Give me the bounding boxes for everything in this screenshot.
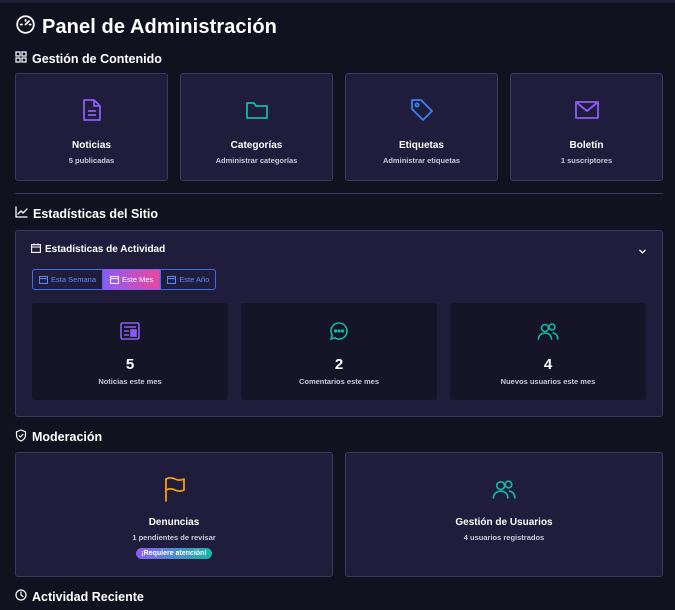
attention-badge: ¡Requiere atención! xyxy=(136,548,212,559)
users-icon xyxy=(537,320,559,342)
card-etiquetas[interactable]: Etiquetas Administrar etiquetas xyxy=(345,73,498,181)
tag-icon xyxy=(410,96,434,124)
stat-news: 5 Noticias este mes xyxy=(32,303,228,400)
admin-dashboard: Panel de Administración Gestión de Conte… xyxy=(0,0,675,610)
speedometer-icon xyxy=(15,14,36,40)
users-icon xyxy=(491,475,517,503)
card-boletin[interactable]: Boletín 1 suscriptores xyxy=(510,73,663,181)
section-stats-title: Estadísticas del Sitio xyxy=(15,206,158,221)
envelope-icon xyxy=(574,96,600,124)
period-toggle: Esta Semana Este Mes Este Año xyxy=(32,269,217,290)
clock-icon xyxy=(15,589,27,604)
section-content-title: Gestión de Contenido xyxy=(15,51,162,66)
newspaper-icon xyxy=(120,320,140,342)
card-denuncias[interactable]: Denuncias 1 pendientes de revisar ¡Requi… xyxy=(15,452,333,577)
section-divider xyxy=(15,193,663,194)
period-this-week[interactable]: Esta Semana xyxy=(32,269,104,290)
calendar-icon xyxy=(39,275,48,284)
shield-check-icon xyxy=(15,429,27,445)
flag-icon xyxy=(163,475,185,503)
period-this-year[interactable]: Este Año xyxy=(160,269,217,290)
calendar-icon xyxy=(110,275,119,284)
activity-stats-panel: Estadísticas de Actividad Esta Semana Es… xyxy=(15,230,663,417)
chevron-down-icon[interactable] xyxy=(638,243,647,261)
stat-new-users: 4 Nuevos usuarios este mes xyxy=(450,303,646,400)
line-chart-icon xyxy=(15,206,28,221)
chat-icon xyxy=(329,320,349,342)
folder-icon xyxy=(245,96,269,124)
section-moderation-title: Moderación xyxy=(15,429,102,445)
stat-comments: 2 Comentarios este mes xyxy=(241,303,437,400)
page-title: Panel de Administración xyxy=(42,15,277,38)
card-user-management[interactable]: Gestión de Usuarios 4 usuarios registrad… xyxy=(345,452,663,577)
activity-stats-header[interactable]: Estadísticas de Actividad xyxy=(31,243,165,256)
card-categorias[interactable]: Categorías Administrar categorías xyxy=(180,73,333,181)
period-this-month[interactable]: Este Mes xyxy=(103,269,161,290)
document-icon xyxy=(82,96,102,124)
grid-icon xyxy=(15,51,27,66)
card-noticias[interactable]: Noticias 5 publicadas xyxy=(15,73,168,181)
section-recent-title: Actividad Reciente xyxy=(15,589,144,604)
calendar-icon xyxy=(167,275,177,284)
page-header: Panel de Administración xyxy=(15,14,277,40)
calendar-icon xyxy=(31,243,41,256)
